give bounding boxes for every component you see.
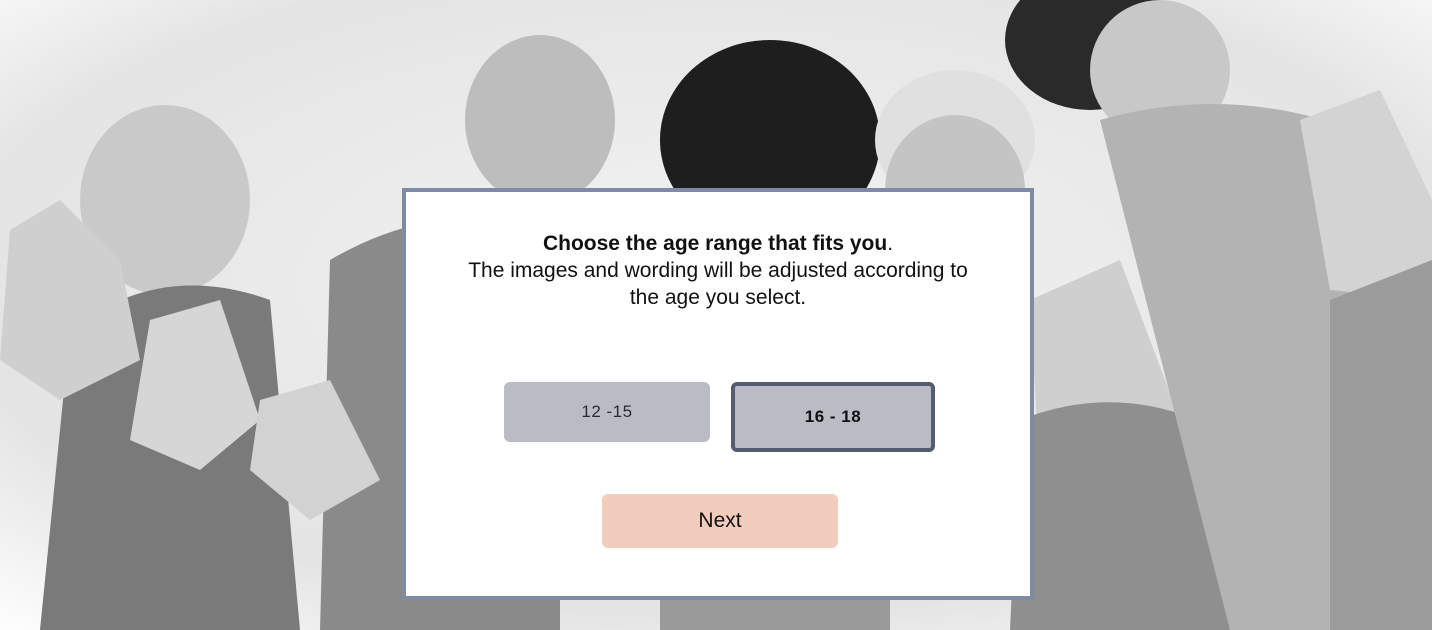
age-option-12-15-button[interactable]: 12 -15	[504, 382, 710, 442]
prompt-heading: Choose the age range that fits you.	[406, 230, 1030, 257]
age-option-16-18-button[interactable]: 16 - 18	[731, 382, 935, 452]
next-button[interactable]: Next	[602, 494, 838, 548]
prompt-body-line-2: the age you select.	[629, 286, 807, 309]
age-range-dialog: Choose the age range that fits you. The …	[402, 188, 1034, 600]
prompt-heading-tail: .	[887, 232, 894, 255]
prompt-body-line-1: The images and wording will be adjusted …	[468, 259, 968, 282]
prompt-heading-strong: Choose the age range that fits you	[542, 232, 888, 255]
age-selection-screen: Choose the age range that fits you. The …	[0, 0, 1432, 630]
age-range-prompt: Choose the age range that fits you. The …	[406, 230, 1030, 311]
